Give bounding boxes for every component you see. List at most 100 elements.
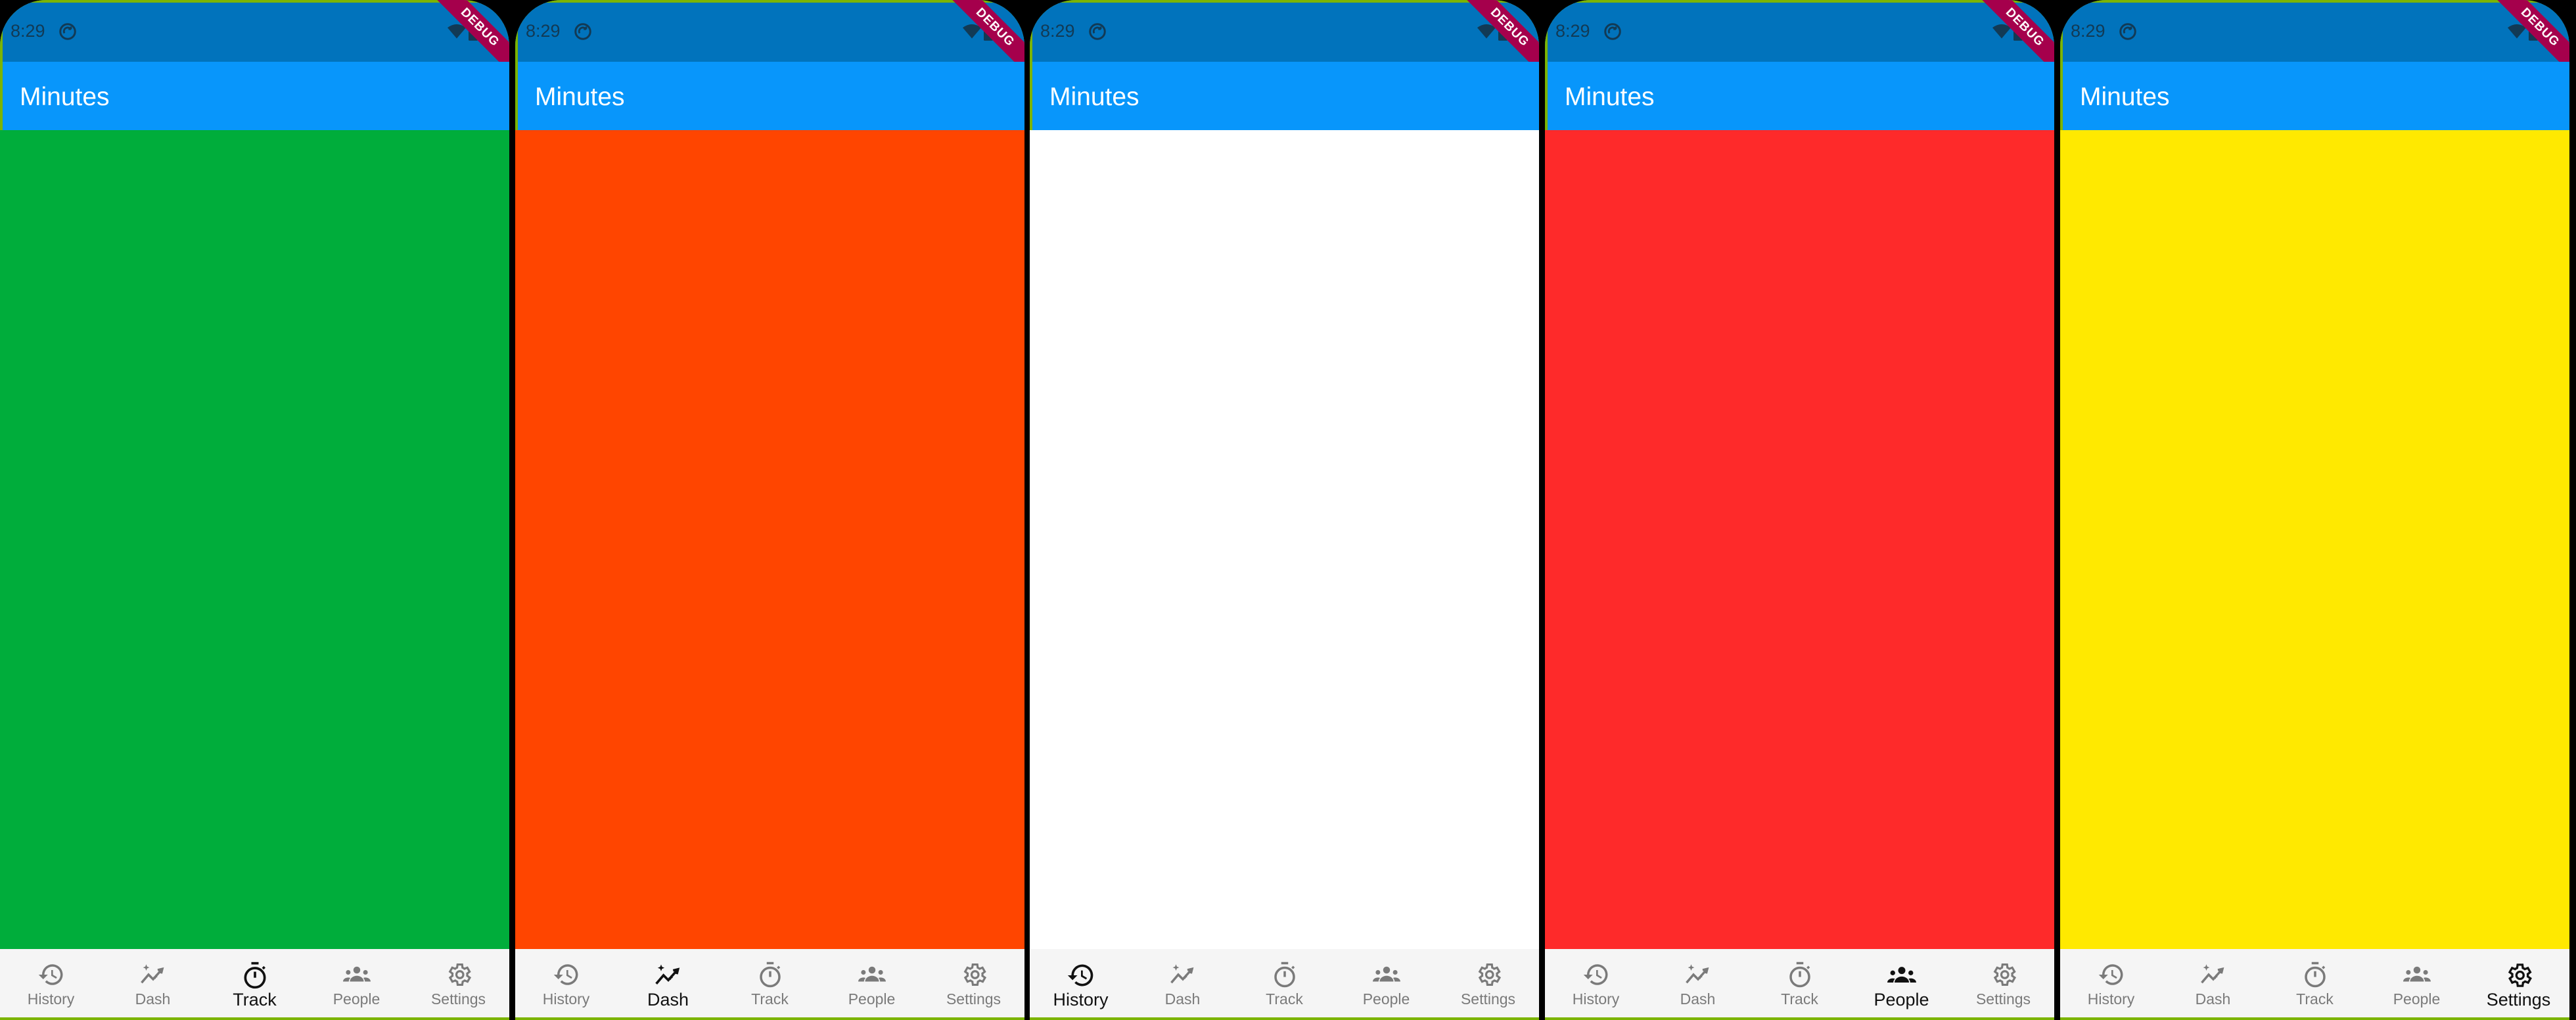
nav-label-history: History	[1572, 990, 1620, 1008]
app-title: Minutes	[535, 83, 625, 111]
page-content	[2060, 130, 2569, 949]
auto-graph-icon	[1685, 964, 1709, 984]
status-bar: 8:29 DEBUG	[2060, 0, 2569, 80]
page-content	[1030, 130, 1539, 949]
nav-item-track[interactable]: Track	[1749, 949, 1851, 1017]
gear-icon	[1993, 963, 2016, 986]
nav-item-dash[interactable]: Dash	[2162, 949, 2264, 1017]
app-bar: Minutes	[1545, 62, 2054, 130]
nav-label-history: History	[2087, 990, 2135, 1008]
status-time: 8:29	[1555, 21, 1590, 41]
auto-graph-icon	[1170, 964, 1193, 984]
history-icon	[38, 964, 62, 985]
page-content	[1545, 130, 2054, 949]
app-title: Minutes	[1049, 83, 1139, 111]
auto-graph-icon	[2200, 964, 2224, 984]
nav-label-settings: Settings	[430, 990, 486, 1008]
status-time: 8:29	[11, 21, 45, 41]
timer-icon	[759, 962, 781, 988]
app-bar: Minutes	[2060, 62, 2569, 130]
page-content	[0, 130, 509, 949]
nav-item-track[interactable]: Track	[2264, 949, 2366, 1017]
nav-label-people: People	[1874, 990, 1929, 1009]
groups-icon	[1372, 966, 1400, 982]
sync-icon	[2119, 23, 2136, 40]
nav-label-dash: Dash	[1164, 990, 1201, 1008]
nav-label-track: Track	[751, 990, 789, 1008]
nav-item-history[interactable]: History	[2060, 949, 2162, 1017]
nav-label-settings: Settings	[1460, 990, 1516, 1008]
sync-icon	[1089, 23, 1106, 40]
nav-label-history: History	[542, 990, 590, 1008]
sync-icon	[59, 23, 76, 40]
nav-label-settings: Settings	[946, 990, 1001, 1008]
nav-item-settings[interactable]: Settings	[923, 949, 1024, 1017]
gear-icon	[963, 963, 986, 986]
app-bar: Minutes	[515, 62, 1024, 130]
nav-label-track: Track	[2296, 990, 2334, 1008]
nav-item-track[interactable]: Track	[204, 949, 306, 1017]
nav-item-track[interactable]: Track	[719, 949, 821, 1017]
bottom-navigation: History Dash Track People Settings	[0, 949, 509, 1017]
nav-item-history[interactable]: History	[1545, 949, 1647, 1017]
nav-item-people[interactable]: People	[1851, 949, 1952, 1017]
nav-item-people[interactable]: People	[306, 949, 407, 1017]
nav-label-settings: Settings	[1975, 990, 2031, 1008]
auto-graph-icon	[655, 964, 679, 985]
nav-item-people[interactable]: People	[821, 949, 923, 1017]
timer-icon	[1789, 962, 1810, 988]
nav-item-history[interactable]: History	[515, 949, 617, 1017]
nav-label-dash: Dash	[2195, 990, 2231, 1008]
gear-icon	[448, 963, 471, 986]
phone-screen-5: 8:29 DEBUG Minutes History Dash Track Pe…	[2060, 0, 2569, 1020]
status-time: 8:29	[526, 21, 561, 41]
status-time: 8:29	[2071, 21, 2105, 41]
nav-item-settings[interactable]: Settings	[2468, 949, 2569, 1017]
phone-screen-4: 8:29 DEBUG Minutes History Dash Track Pe…	[1545, 0, 2054, 1020]
bottom-navigation: History Dash Track People Settings	[1545, 949, 2054, 1017]
auto-graph-icon	[140, 964, 164, 984]
nav-item-dash[interactable]: Dash	[1132, 949, 1233, 1017]
app-bar: Minutes	[1030, 62, 1539, 130]
nav-item-dash[interactable]: Dash	[1647, 949, 1749, 1017]
groups-icon	[858, 966, 886, 982]
nav-item-dash[interactable]: Dash	[102, 949, 204, 1017]
history-icon	[553, 964, 578, 985]
bottom-navigation: History Dash Track People Settings	[1030, 949, 1539, 1017]
nav-item-settings[interactable]: Settings	[407, 949, 509, 1017]
phone-screen-1: 8:29 DEBUG Minutes History Dash Track Pe…	[0, 0, 509, 1020]
nav-item-dash[interactable]: Dash	[617, 949, 719, 1017]
status-time: 8:29	[1040, 21, 1075, 41]
nav-label-track: Track	[233, 990, 277, 1009]
bottom-navigation: History Dash Track People Settings	[2060, 949, 2569, 1017]
bottom-navigation: History Dash Track People Settings	[515, 949, 1024, 1017]
nav-label-dash: Dash	[1680, 990, 1716, 1008]
groups-icon	[1887, 967, 1916, 983]
nav-item-history[interactable]: History	[0, 949, 102, 1017]
nav-label-people: People	[1362, 990, 1410, 1008]
nav-item-people[interactable]: People	[1335, 949, 1437, 1017]
status-bar: 8:29 DEBUG	[0, 0, 509, 80]
nav-label-dash: Dash	[135, 990, 171, 1008]
status-bar: 8:29 DEBUG	[1545, 0, 2054, 80]
nav-label-history: History	[27, 990, 75, 1008]
groups-icon	[2403, 966, 2431, 982]
nav-item-people[interactable]: People	[2366, 949, 2468, 1017]
nav-label-settings: Settings	[2486, 990, 2551, 1009]
nav-label-people: People	[2393, 990, 2441, 1008]
nav-item-track[interactable]: Track	[1233, 949, 1335, 1017]
gear-icon	[1478, 963, 1501, 986]
nav-label-track: Track	[1266, 990, 1303, 1008]
nav-label-track: Track	[1781, 990, 1818, 1008]
nav-item-history[interactable]: History	[1030, 949, 1132, 1017]
history-icon	[1067, 964, 1093, 986]
sync-icon	[574, 23, 591, 40]
timer-icon	[1274, 962, 1295, 988]
sync-icon	[1604, 23, 1621, 40]
gear-icon	[2508, 963, 2532, 987]
nav-label-dash: Dash	[647, 990, 689, 1009]
nav-item-settings[interactable]: Settings	[1952, 949, 2054, 1017]
nav-item-settings[interactable]: Settings	[1437, 949, 1539, 1017]
app-title: Minutes	[2080, 83, 2170, 111]
history-icon	[2098, 964, 2123, 985]
